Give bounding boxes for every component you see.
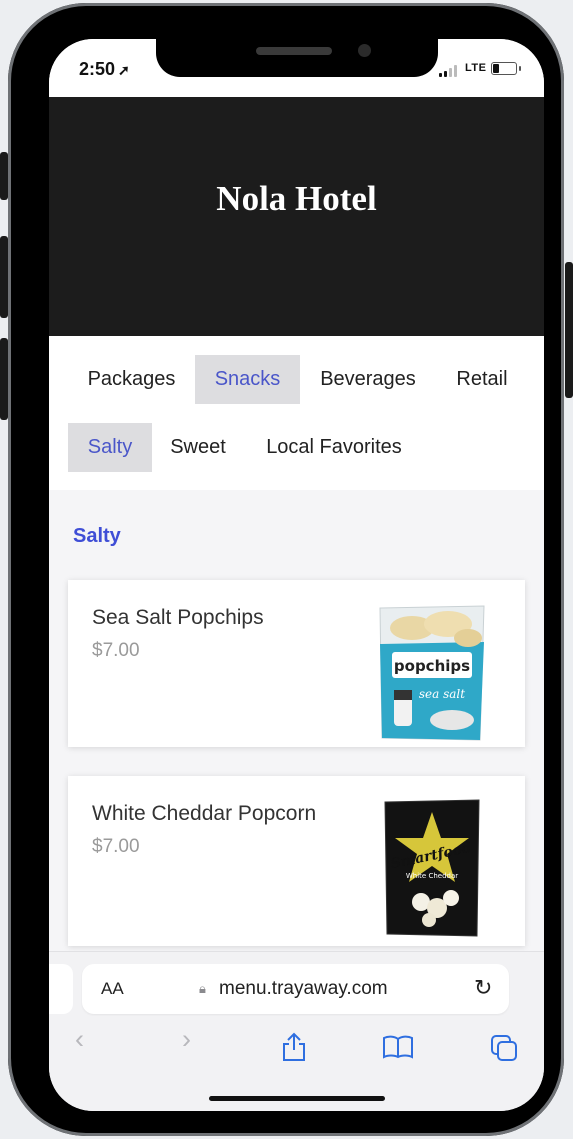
volume-up-button <box>0 236 8 318</box>
subtab-local-favorites[interactable]: Local Favorites <box>254 423 414 472</box>
volume-down-button <box>0 338 8 420</box>
svg-text:popchips: popchips <box>394 657 470 675</box>
back-icon[interactable]: ‹ <box>75 1024 84 1055</box>
lock-icon: 🔒︎ <box>199 981 206 996</box>
phone-frame: 2:50 ➚ LTE Nola Hotel Packages Snacks Bev… <box>8 3 564 1136</box>
tabs-icon[interactable] <box>490 1034 518 1062</box>
network-label: LTE <box>465 62 487 74</box>
location-arrow-icon: ➚ <box>118 62 130 78</box>
menu-tabs: Packages Snacks Beverages Retail Salty S… <box>49 336 544 490</box>
tab-snacks[interactable]: Snacks <box>195 355 300 404</box>
section-title: Salty <box>73 525 121 547</box>
reload-icon[interactable]: ↻ <box>474 975 492 1001</box>
item-name: White Cheddar Popcorn <box>92 802 317 825</box>
url-text[interactable]: menu.trayaway.com <box>219 978 388 1000</box>
item-price: $7.00 <box>92 836 140 857</box>
tab-packages[interactable]: Packages <box>74 355 189 404</box>
subtab-sweet[interactable]: Sweet <box>164 423 232 472</box>
smartfood-bag-image: Smartfood White Cheddar <box>384 799 480 937</box>
text-size-button[interactable]: AA <box>101 979 124 999</box>
mute-switch <box>0 152 8 200</box>
page-title: Nola Hotel <box>216 179 377 218</box>
forward-icon[interactable]: › <box>182 1024 191 1055</box>
bookmarks-icon[interactable] <box>382 1035 414 1059</box>
browser-toolbar: AA 🔒︎ menu.trayaway.com ↻ ‹ › <box>49 951 544 1111</box>
power-button <box>565 262 573 398</box>
status-bar: 2:50 ➚ LTE <box>49 39 544 97</box>
address-bar[interactable]: AA 🔒︎ menu.trayaway.com ↻ <box>82 964 509 1014</box>
signal-icon <box>439 65 463 77</box>
svg-text:sea salt: sea salt <box>419 687 465 701</box>
tab-beverages[interactable]: Beverages <box>311 355 425 404</box>
menu-content: Salty Sea Salt Popchips $7.00 popchips s… <box>49 490 544 960</box>
screen: 2:50 ➚ LTE Nola Hotel Packages Snacks Bev… <box>49 39 544 1111</box>
popchips-bag-image: popchips sea salt <box>379 605 485 741</box>
notch <box>156 39 438 77</box>
share-icon[interactable] <box>281 1032 307 1062</box>
item-price: $7.00 <box>92 640 140 661</box>
svg-text:White Cheddar: White Cheddar <box>406 872 458 880</box>
battery-icon <box>491 62 521 75</box>
tab-retail[interactable]: Retail <box>447 355 517 404</box>
status-time: 2:50 ➚ <box>79 59 130 79</box>
item-name: Sea Salt Popchips <box>92 606 264 629</box>
previous-tab-preview[interactable] <box>49 964 73 1014</box>
speaker <box>256 47 332 55</box>
menu-item-card[interactable]: Sea Salt Popchips $7.00 popchips sea sal… <box>68 580 525 747</box>
subtab-salty[interactable]: Salty <box>68 423 152 472</box>
menu-item-card[interactable]: White Cheddar Popcorn $7.00 Smartfood Wh… <box>68 776 525 946</box>
front-camera <box>358 44 371 57</box>
hero-banner: Nola Hotel <box>49 97 544 336</box>
home-indicator[interactable] <box>209 1096 385 1101</box>
